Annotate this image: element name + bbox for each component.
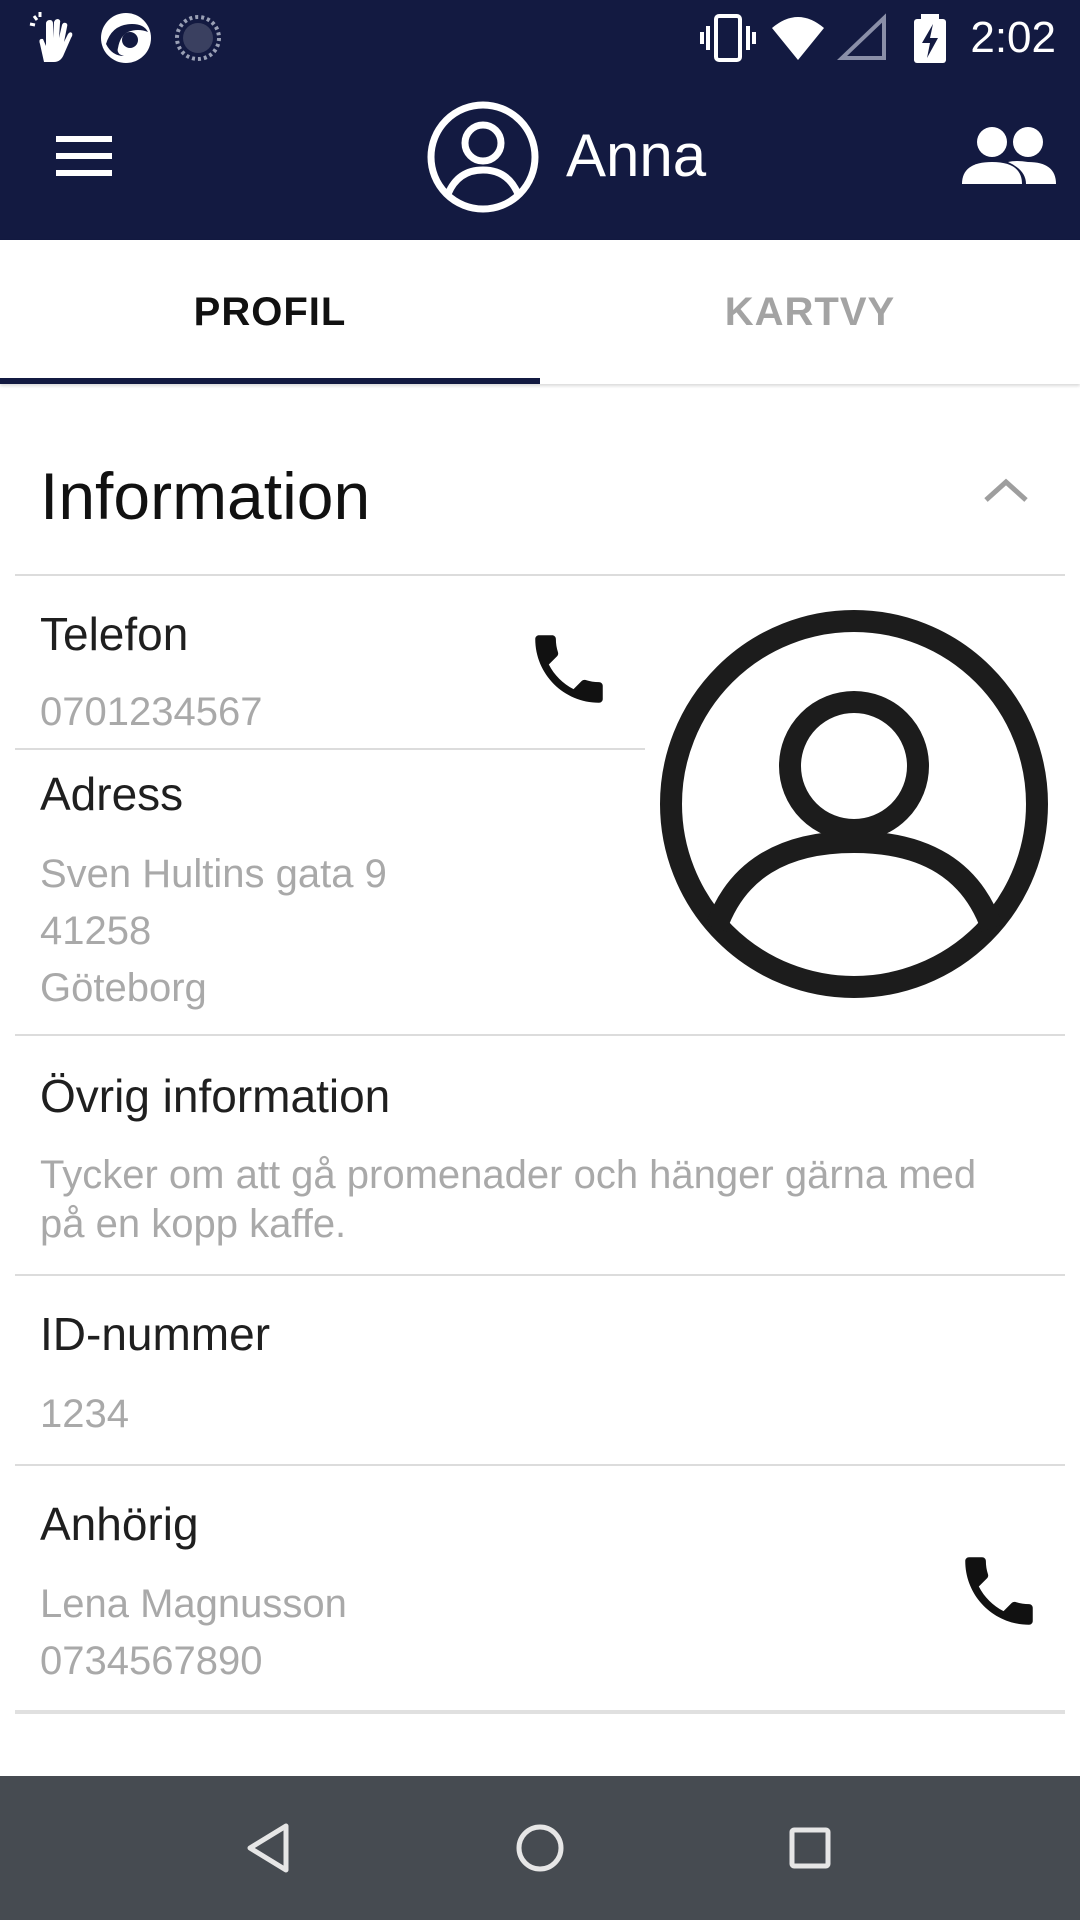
anhorig-label: Anhörig [40, 1498, 199, 1550]
divider [15, 748, 645, 750]
ovrig-line-1: Tycker om att gå promenader och hänger g… [40, 1153, 977, 1197]
divider [15, 1464, 1065, 1466]
app-logo-icon [101, 13, 151, 63]
telefon-value: 0701234567 [40, 690, 263, 734]
adress-postcode: 41258 [40, 909, 152, 953]
telefon-label: Telefon [40, 608, 189, 660]
hand-gesture-icon [29, 12, 73, 62]
back-icon[interactable] [230, 1808, 310, 1888]
signal-icon [837, 13, 886, 60]
group-icon[interactable] [956, 118, 1060, 198]
home-icon[interactable] [500, 1808, 580, 1888]
adress-city: Göteborg [40, 966, 207, 1010]
section-title: Information [40, 459, 371, 533]
tab-bar: PROFIL KARTVY [0, 240, 1080, 384]
id-value: 1234 [40, 1392, 129, 1436]
ovrig-label: Övrig information [40, 1070, 391, 1122]
toolbar: Anna [0, 76, 1080, 240]
adress-street: Sven Hultins gata 9 [40, 852, 387, 896]
sync-icon [175, 15, 221, 61]
hamburger-menu-icon[interactable] [40, 116, 130, 196]
divider [15, 574, 1065, 576]
battery-charging-icon [914, 14, 946, 63]
divider [15, 1034, 1065, 1036]
chevron-up-icon[interactable] [974, 466, 1038, 516]
tab-indicator [0, 378, 540, 384]
phone-icon[interactable] [524, 624, 614, 714]
status-bar: 2:02 [0, 0, 1080, 76]
wifi-icon [772, 17, 824, 60]
tab-profil[interactable]: PROFIL [0, 240, 540, 384]
divider [15, 1710, 1065, 1714]
anhorig-phone: 0734567890 [40, 1639, 263, 1683]
tab-kartvy[interactable]: KARTVY [540, 240, 1080, 384]
divider [15, 1274, 1065, 1276]
profile-picture-icon [660, 610, 1048, 998]
adress-label: Adress [40, 768, 184, 820]
anhorig-name: Lena Magnusson [40, 1582, 347, 1626]
account-circle-icon [427, 101, 539, 213]
id-label: ID-nummer [40, 1308, 271, 1360]
status-time: 2:02 [970, 13, 1056, 62]
phone-icon[interactable] [954, 1546, 1044, 1636]
vibrate-icon [700, 14, 756, 62]
recents-icon[interactable] [770, 1808, 850, 1888]
app-bar: 2:02 Anna [0, 0, 1080, 240]
app-bar-title: Anna [566, 122, 707, 189]
navigation-bar [0, 1776, 1080, 1920]
ovrig-line-2: på en kopp kaffe. [40, 1202, 347, 1246]
